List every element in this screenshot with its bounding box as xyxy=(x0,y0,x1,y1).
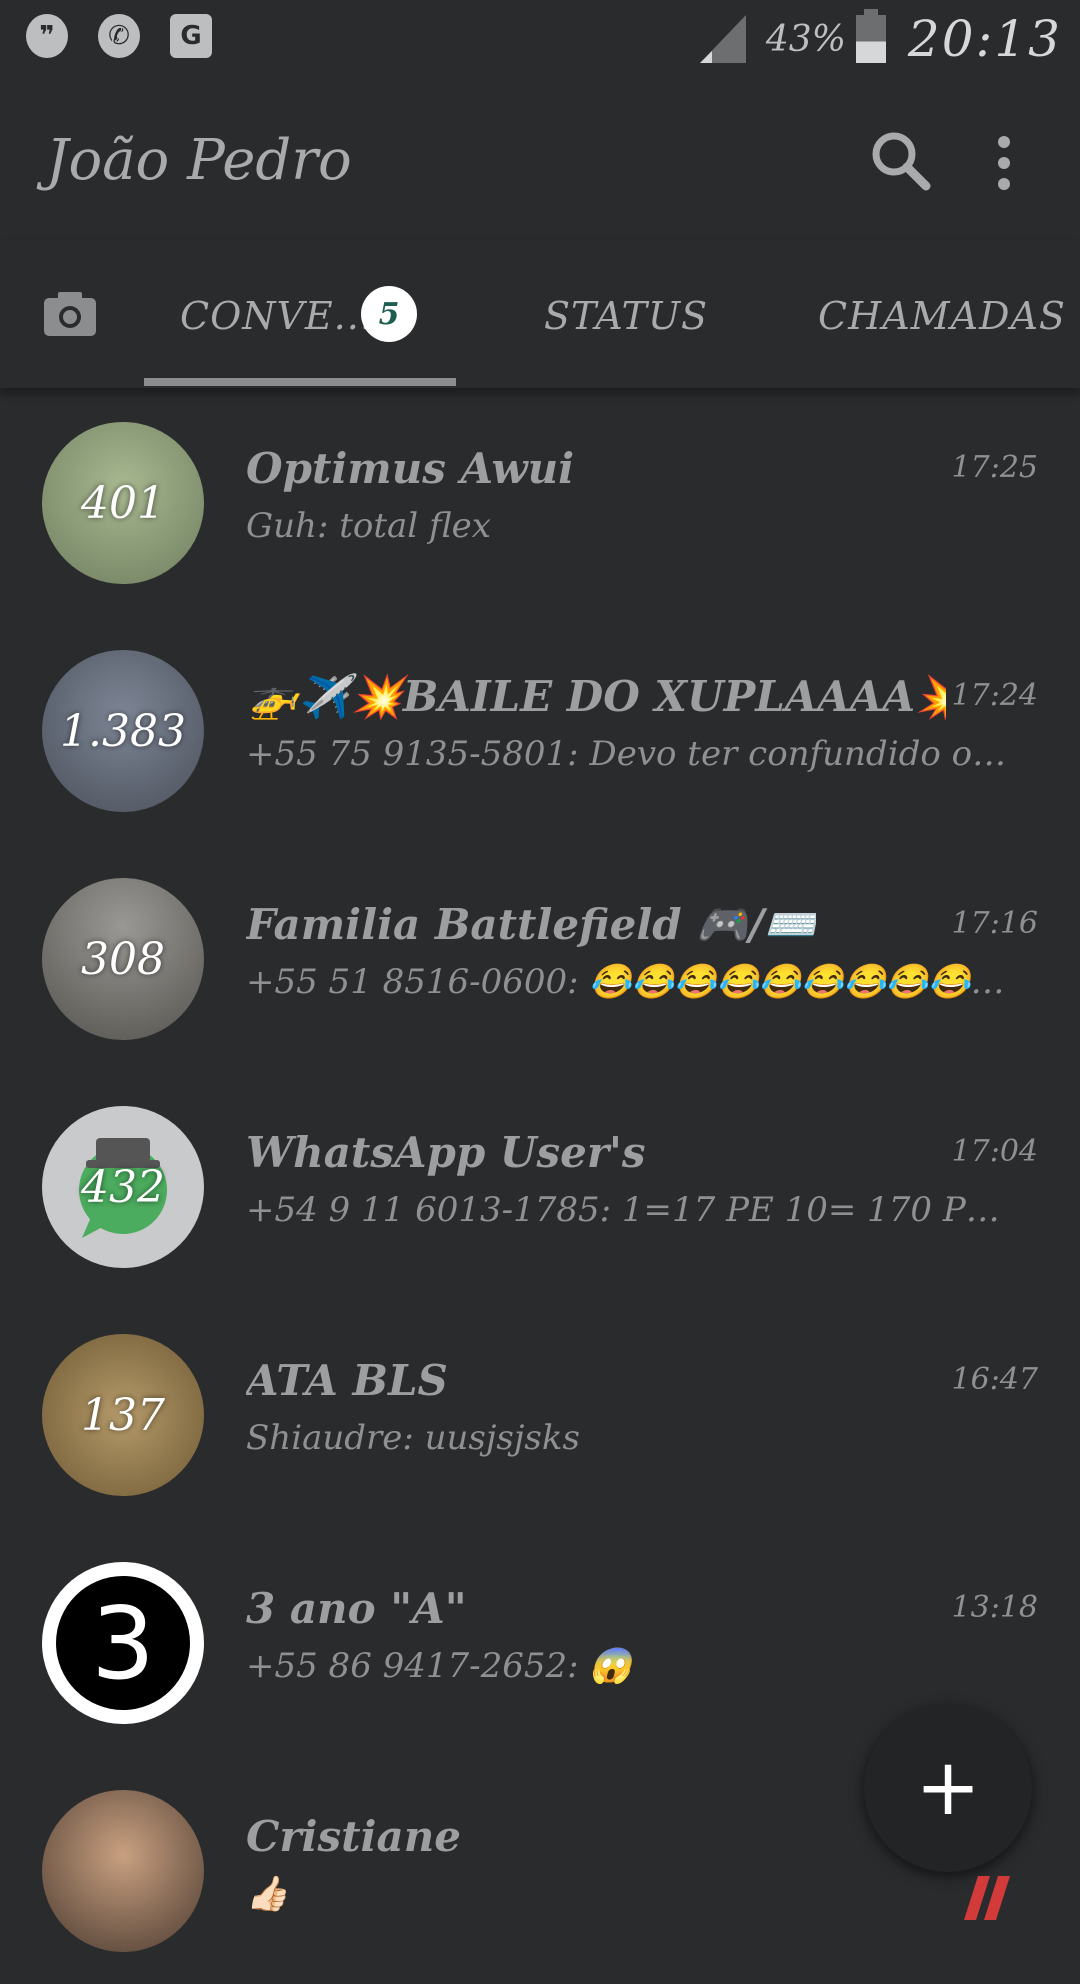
tab-bar: CONVE... 5 STATUS CHAMADAS xyxy=(0,240,1080,388)
chat-time: 17:25 xyxy=(951,450,1038,485)
camera-icon[interactable] xyxy=(42,290,98,338)
tab-conversations[interactable]: CONVE... xyxy=(180,294,373,338)
avatar[interactable]: 3 xyxy=(42,1562,204,1724)
app-title: João Pedro xyxy=(46,128,352,193)
unread-count: 1.383 xyxy=(60,705,186,757)
chat-preview: 👍🏻 xyxy=(246,1874,289,1914)
app-bar: João Pedro xyxy=(0,80,1080,240)
chat-preview: +55 86 9417-2652: 😱 xyxy=(246,1646,632,1686)
unread-count: 137 xyxy=(81,1389,165,1441)
chat-name: WhatsApp User's xyxy=(246,1128,646,1177)
chat-preview: Guh: total flex xyxy=(246,506,491,546)
chat-preview: +54 9 11 6013-1785: 1=17 PE 10= 170 PE Y… xyxy=(246,1190,1016,1230)
chat-row[interactable]: 1.383 🚁✈️💥BAILE DO XUPLAAAA💥✈️🚁 17:24 +5… xyxy=(0,616,1080,844)
chat-row[interactable]: 308 Familia Battlefield 🎮/⌨️ 17:16 +55 5… xyxy=(0,844,1080,1072)
chat-name: 🚁✈️💥BAILE DO XUPLAAAA💥✈️🚁 xyxy=(246,672,946,721)
tab-status[interactable]: STATUS xyxy=(544,294,708,338)
search-icon[interactable] xyxy=(866,126,936,196)
avatar[interactable]: 432 xyxy=(42,1106,204,1268)
active-tab-indicator xyxy=(144,378,456,386)
tab-calls[interactable]: CHAMADAS xyxy=(818,294,1066,338)
chat-row[interactable]: 401 Optimus Awui 17:25 Guh: total flex xyxy=(0,388,1080,616)
chat-time: 17:24 xyxy=(951,678,1038,713)
chat-time: 17:04 xyxy=(951,1134,1038,1169)
unread-count: 308 xyxy=(81,933,165,985)
status-bar: ❞ ✆ G 43% 20:13 xyxy=(0,0,1080,80)
chat-time: 17:16 xyxy=(951,906,1038,941)
battery-percent: 43% xyxy=(765,18,846,60)
unread-count: 401 xyxy=(81,477,165,529)
red-stripes-decoration xyxy=(964,1876,1010,1920)
more-vert-icon[interactable] xyxy=(986,126,1022,196)
avatar-digit: 3 xyxy=(91,1584,155,1702)
avatar[interactable]: 308 xyxy=(42,878,204,1040)
battery-icon xyxy=(855,9,886,63)
chat-name: Familia Battlefield 🎮/⌨️ xyxy=(246,900,817,949)
chat-name: ATA BLS xyxy=(246,1356,448,1405)
unread-count: 432 xyxy=(81,1161,165,1213)
avatar[interactable]: 1.383 xyxy=(42,650,204,812)
chat-preview: +55 51 8516-0600: 😂😂😂😂😂😂😂😂😂😂... xyxy=(246,962,1016,1002)
avatar[interactable]: 137 xyxy=(42,1334,204,1496)
avatar[interactable] xyxy=(42,1790,204,1952)
chat-name: Cristiane xyxy=(246,1812,461,1861)
chat-time: 13:18 xyxy=(951,1590,1038,1625)
new-chat-button[interactable]: + xyxy=(864,1704,1032,1872)
plus-icon: + xyxy=(915,1743,981,1833)
hangouts-icon: ❞ xyxy=(26,14,68,58)
chat-name: 3 ano "A" xyxy=(246,1584,467,1633)
google-plus-icon: G xyxy=(170,14,212,58)
chat-row[interactable]: 432 WhatsApp User's 17:04 +54 9 11 6013-… xyxy=(0,1072,1080,1300)
chat-preview: +55 75 9135-5801: Devo ter confundido o … xyxy=(246,734,1016,774)
chat-preview: Shiaudre: uusjsjsks xyxy=(246,1418,580,1458)
whatsapp-icon: ✆ xyxy=(98,14,140,58)
avatar[interactable]: 401 xyxy=(42,422,204,584)
chat-time: 16:47 xyxy=(951,1362,1038,1397)
chat-row[interactable]: 137 ATA BLS 16:47 Shiaudre: uusjsjsks xyxy=(0,1300,1080,1528)
notification-icons: ❞ ✆ G xyxy=(26,14,212,58)
clock: 20:13 xyxy=(907,10,1062,68)
chat-name: Optimus Awui xyxy=(246,444,575,493)
signal-icon xyxy=(699,15,746,63)
system-status: 43% 20:13 xyxy=(699,9,1062,68)
conversations-badge: 5 xyxy=(361,286,417,342)
